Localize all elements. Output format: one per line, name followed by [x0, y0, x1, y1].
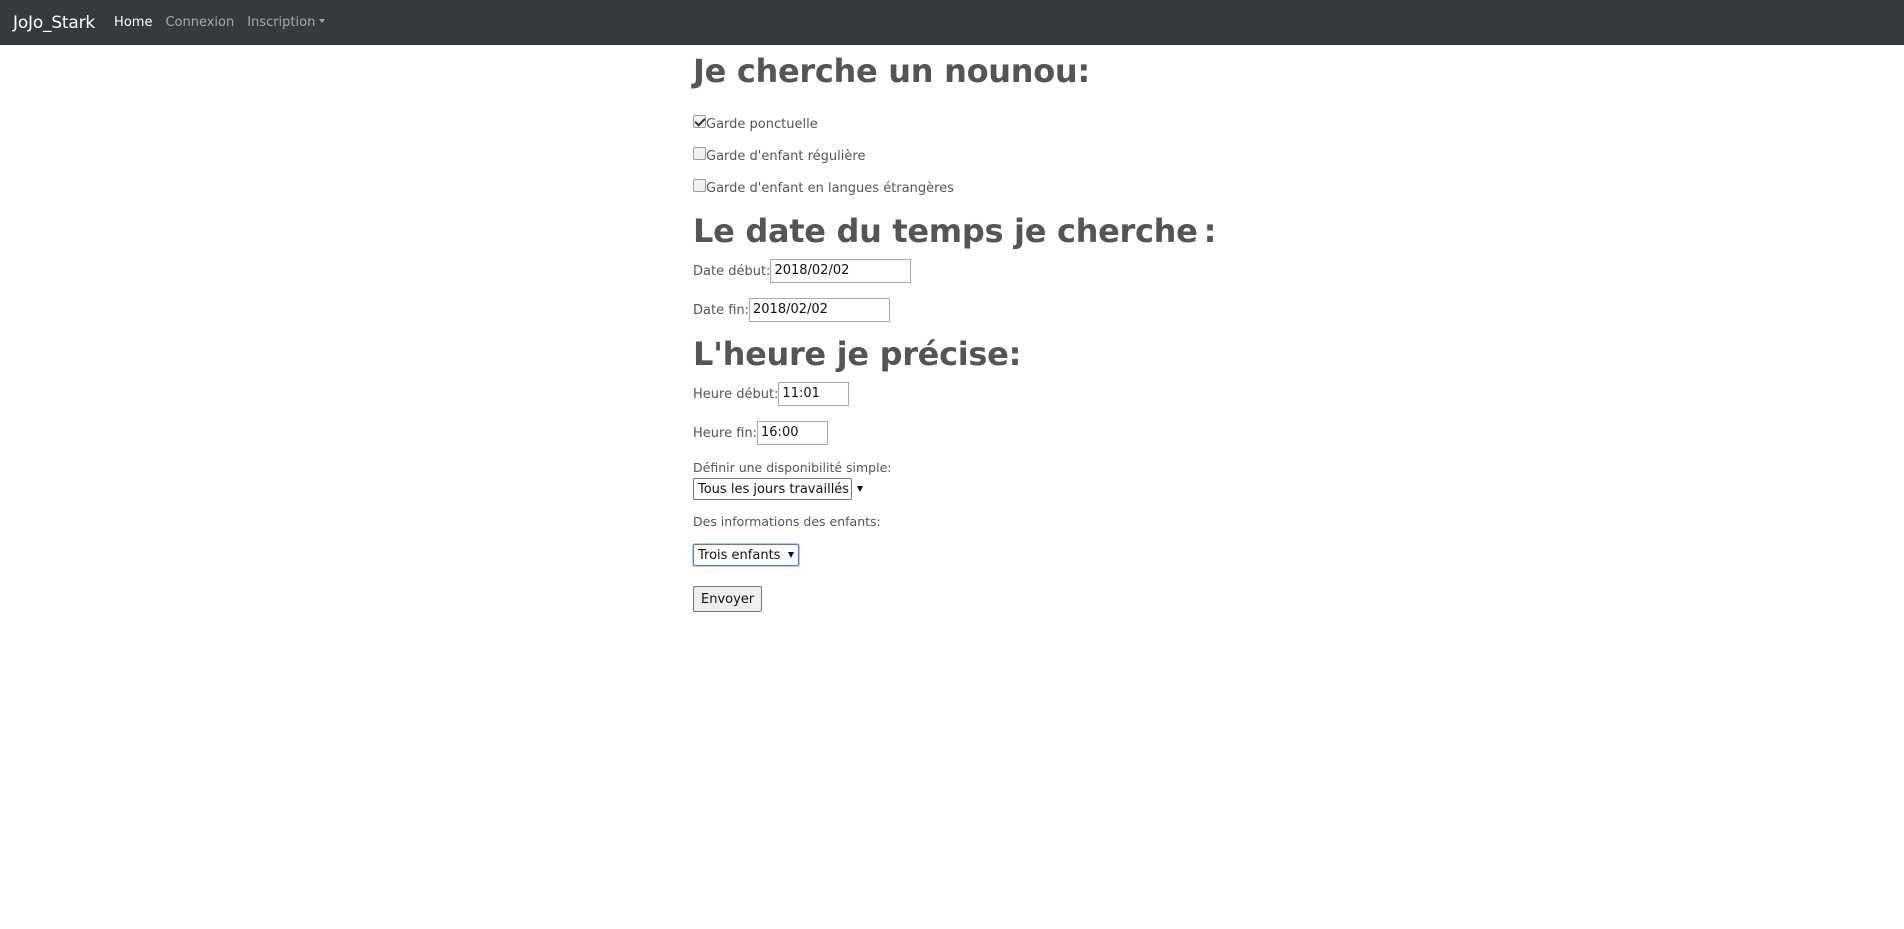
date-start-input[interactable]: 2018/02/02 — [770, 259, 912, 283]
availability-label: Définir une disponibilité simple: — [693, 460, 892, 475]
children-select-value: Trois enfants — [698, 547, 781, 563]
option-row-reguliere[interactable]: Garde d'enfant régulière — [693, 147, 866, 164]
checkbox-label: Garde ponctuelle — [706, 117, 818, 132]
checkbox-garde-langues[interactable] — [693, 179, 706, 192]
dropdown-arrow-icon — [788, 552, 795, 558]
nav-inscription-label: Inscription — [247, 15, 316, 30]
children-label: Des informations des enfants: — [693, 514, 881, 529]
children-select[interactable]: Trois enfants — [693, 544, 799, 566]
nav-home-link[interactable]: Home — [114, 15, 152, 30]
checkbox-label: Garde d'enfant en langues étrangères — [706, 181, 954, 196]
availability-select-value: Tous les jours travaillés — [698, 481, 850, 497]
hour-end-row: Heure fin: 16:00 — [693, 421, 829, 445]
caret-down-icon — [319, 19, 326, 23]
hour-start-row: Heure début: 11:01 — [693, 382, 850, 406]
section-title-date: Le date du temps je cherche : — [693, 212, 1217, 250]
availability-row: Tous les jours travaillés — [693, 478, 864, 500]
option-row-langues[interactable]: Garde d'enfant en langues étrangères — [693, 179, 954, 196]
section-title-hour: L'heure je précise: — [693, 335, 1022, 373]
availability-select[interactable]: Tous les jours travaillés — [693, 478, 864, 500]
dropdown-arrow-icon — [857, 486, 864, 492]
hour-start-label: Heure début: — [693, 386, 779, 402]
checkbox-label: Garde d'enfant régulière — [706, 149, 866, 164]
section-title-nanny: Je cherche un nounou: — [693, 52, 1090, 90]
navbar-brand[interactable]: JoJo_Stark — [13, 13, 95, 33]
checkbox-garde-ponctuelle[interactable] — [693, 115, 706, 128]
top-navbar: JoJo_Stark Home Connexion Inscription — [0, 0, 1904, 45]
nav-inscription-dropdown[interactable]: Inscription — [247, 15, 326, 30]
hour-end-label: Heure fin: — [693, 425, 758, 441]
checkbox-garde-reguliere[interactable] — [693, 147, 706, 160]
option-row-ponctuelle[interactable]: Garde ponctuelle — [693, 115, 818, 132]
hour-start-input[interactable]: 11:01 — [778, 382, 850, 406]
nav-connexion-link[interactable]: Connexion — [165, 15, 234, 30]
children-row: Trois enfants — [693, 544, 799, 566]
date-end-label: Date fin: — [693, 302, 750, 318]
date-start-label: Date début: — [693, 263, 771, 279]
date-start-row: Date début: 2018/02/02 — [693, 259, 912, 283]
date-end-input[interactable]: 2018/02/02 — [749, 298, 891, 322]
hour-end-input[interactable]: 16:00 — [757, 421, 829, 445]
submit-button[interactable]: Envoyer — [693, 586, 763, 612]
date-end-row: Date fin: 2018/02/02 — [693, 298, 891, 322]
